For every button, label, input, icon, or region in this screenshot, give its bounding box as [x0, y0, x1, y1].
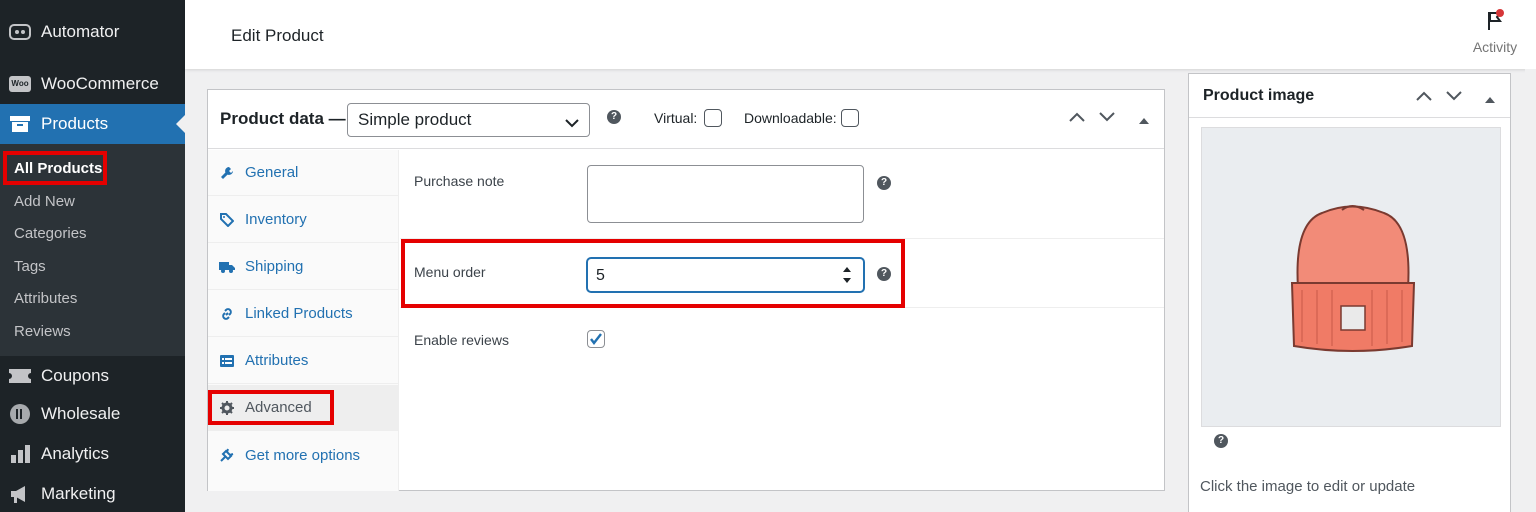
- downloadable-label: Downloadable:: [744, 110, 837, 126]
- coupons-icon: [8, 364, 32, 388]
- sidebar-item-woocommerce[interactable]: Woo WooCommerce: [0, 68, 185, 100]
- tab-get-more-options[interactable]: Get more options: [208, 432, 399, 478]
- tab-shipping[interactable]: Shipping: [208, 244, 399, 290]
- activity-label: Activity: [1472, 39, 1518, 55]
- product-data-tabs: General Inventory Shipping Linked Produc…: [208, 150, 399, 491]
- help-icon[interactable]: ?: [877, 176, 891, 190]
- submenu-categories[interactable]: Categories: [14, 225, 87, 242]
- help-icon[interactable]: ?: [1214, 434, 1228, 448]
- tab-label: Inventory: [245, 211, 307, 228]
- collapse-toggle-icon[interactable]: [1485, 91, 1495, 109]
- product-image-title: Product image: [1203, 87, 1315, 104]
- product-type-value: Simple product: [358, 110, 472, 129]
- highlight-box-menu-order: [401, 239, 905, 308]
- analytics-icon: [8, 442, 32, 466]
- checkmark-icon: [588, 333, 604, 351]
- tab-general[interactable]: General: [208, 150, 399, 196]
- enable-reviews-label: Enable reviews: [414, 332, 509, 348]
- tag-icon: [219, 212, 235, 227]
- automator-icon: [8, 20, 32, 44]
- product-image-panel: Product image ? Click the image to edit …: [1188, 73, 1511, 512]
- link-icon: [219, 307, 235, 321]
- sidebar-item-products[interactable]: Products: [0, 104, 185, 144]
- move-down-icon[interactable]: [1446, 89, 1462, 107]
- sidebar-item-label: Automator: [41, 22, 120, 41]
- sidebar-item-marketing[interactable]: Marketing: [0, 478, 185, 510]
- sidebar-item-label: Marketing: [41, 484, 116, 503]
- flag-icon: [1469, 8, 1521, 35]
- admin-sidebar: Automator Woo WooCommerce Products All P…: [0, 0, 185, 512]
- chevron-down-icon: [565, 113, 579, 133]
- marketing-icon: [8, 482, 32, 506]
- purchase-note-textarea[interactable]: [587, 165, 864, 223]
- move-up-icon[interactable]: [1069, 110, 1085, 128]
- wholesale-icon: [8, 402, 32, 426]
- panel-divider: [1189, 117, 1510, 118]
- tab-linked-products[interactable]: Linked Products: [208, 291, 399, 337]
- page-title: Edit Product: [231, 26, 324, 45]
- woocommerce-icon: Woo: [8, 72, 32, 96]
- sidebar-item-analytics[interactable]: Analytics: [0, 438, 185, 470]
- submenu-add-new[interactable]: Add New: [14, 193, 75, 210]
- tab-inventory[interactable]: Inventory: [208, 197, 399, 243]
- top-header-bar: Edit Product Activity: [185, 0, 1536, 69]
- virtual-label: Virtual:: [654, 110, 698, 126]
- highlight-box-advanced-tab: [208, 390, 334, 425]
- help-icon[interactable]: ?: [607, 110, 621, 124]
- product-image-thumbnail[interactable]: [1201, 127, 1501, 427]
- plugin-icon: [219, 448, 235, 462]
- virtual-checkbox[interactable]: [704, 109, 722, 127]
- product-data-title: Product data —: [220, 109, 346, 128]
- sidebar-item-automator[interactable]: Automator: [0, 16, 185, 48]
- sidebar-item-wholesale[interactable]: Wholesale: [0, 398, 185, 430]
- sidebar-item-label: Coupons: [41, 366, 110, 385]
- sidebar-item-coupons[interactable]: Coupons: [0, 360, 185, 392]
- sidebar-item-label: Wholesale: [41, 404, 121, 423]
- products-icon: [8, 112, 32, 136]
- submenu-attributes[interactable]: Attributes: [14, 290, 77, 307]
- sidebar-item-label: WooCommerce: [41, 74, 159, 93]
- submenu-reviews[interactable]: Reviews: [14, 323, 71, 340]
- list-icon: [219, 354, 235, 367]
- product-data-header: Product data — Simple product ? Virtual:…: [208, 90, 1164, 149]
- move-down-icon[interactable]: [1099, 110, 1115, 128]
- wrench-icon: [219, 166, 235, 180]
- highlight-box-all-products: [3, 151, 107, 185]
- tab-label: Attributes: [245, 352, 309, 369]
- tab-label: Get more options: [245, 446, 361, 464]
- enable-reviews-checkbox[interactable]: [587, 330, 605, 348]
- tab-label: Linked Products: [245, 305, 353, 322]
- beanie-hat-image: [1290, 205, 1416, 352]
- truck-icon: [219, 260, 235, 274]
- tab-label: General: [245, 164, 299, 181]
- tab-label: Shipping: [245, 258, 304, 275]
- downloadable-checkbox[interactable]: [841, 109, 859, 127]
- collapse-toggle-icon[interactable]: [1139, 112, 1149, 130]
- purchase-note-label: Purchase note: [414, 173, 505, 189]
- product-image-caption[interactable]: Click the image to edit or update: [1200, 478, 1415, 495]
- product-type-select[interactable]: Simple product: [347, 103, 590, 137]
- submenu-tags[interactable]: Tags: [14, 258, 46, 275]
- sidebar-item-label: Products: [41, 114, 109, 133]
- sidebar-item-label: Analytics: [41, 444, 110, 463]
- move-up-icon[interactable]: [1416, 89, 1432, 107]
- activity-button[interactable]: Activity: [1469, 8, 1521, 55]
- tab-attributes[interactable]: Attributes: [208, 338, 399, 384]
- page-scrollbar[interactable]: [1525, 69, 1536, 512]
